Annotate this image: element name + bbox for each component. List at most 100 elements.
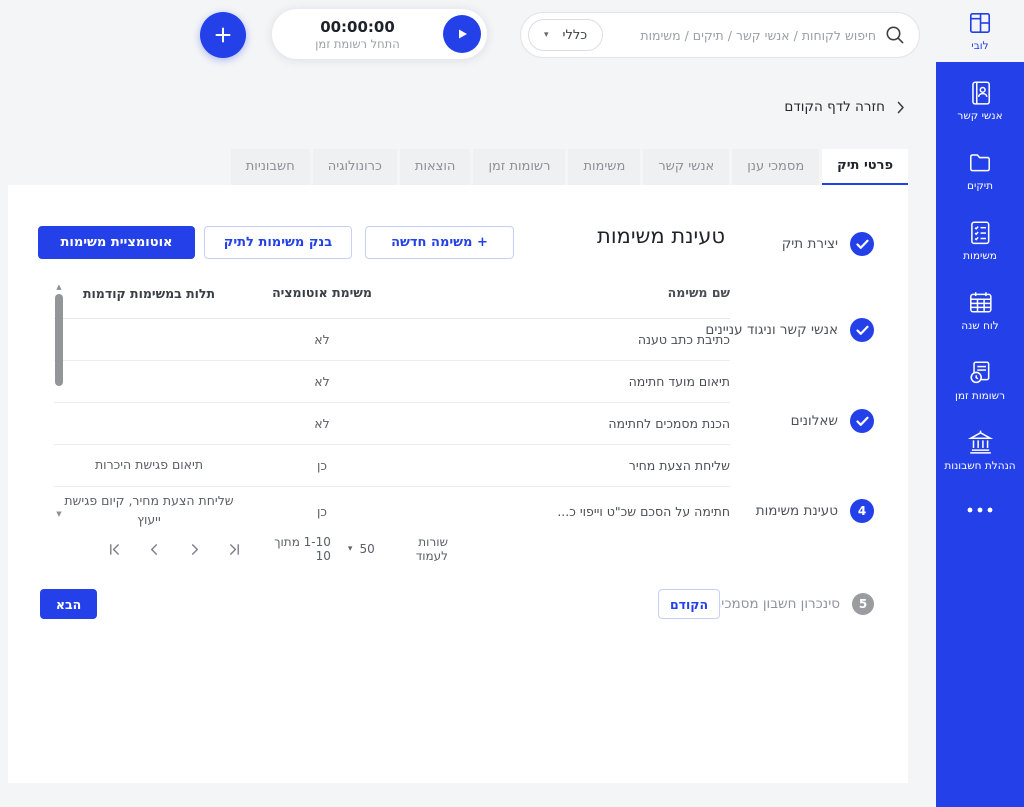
search-scope-value: כללי	[562, 27, 588, 43]
task-automation-button[interactable]: אוטומציית משימות	[38, 226, 195, 259]
step-load-tasks[interactable]: 4 טעינת משימות	[756, 499, 874, 523]
step-questionnaires[interactable]: שאלונים	[791, 409, 874, 433]
scroll-up-icon[interactable]: ▲	[53, 283, 65, 291]
new-task-button[interactable]: + משימה חדשה	[365, 226, 514, 259]
sidebar-item-label: הנהלת חשבונות	[944, 460, 1016, 472]
table-row[interactable]: חתימה על הסכם שכ"ט וייפוי כ... כן שליחת …	[54, 487, 730, 535]
back-link-label: חזרה לדף הקודם	[784, 99, 885, 115]
sidebar-item-tasks[interactable]: משימות	[936, 219, 1024, 262]
case-tabs: פרטי תיק מסמכי ענן אנשי קשר משימות רשומו…	[230, 149, 908, 185]
rows-per-page-dropdown[interactable]: 50 ▾	[348, 542, 375, 556]
table-row[interactable]: שליחת הצעת מחיר כן תיאום פגישת היכרות	[54, 445, 730, 487]
sidebar-item-calendar[interactable]: לוח שנה	[936, 289, 1024, 332]
first-page-icon[interactable]	[108, 543, 121, 556]
step-done-check-icon	[850, 318, 874, 342]
step-number-badge: 5	[852, 593, 874, 615]
timer-widget: 00:00:00 התחל רשומת זמן	[272, 9, 487, 59]
chevron-right-icon	[896, 101, 905, 114]
sidebar-item-cases[interactable]: תיקים	[936, 149, 1024, 192]
rows-per-page-label: שורות לעמוד	[415, 535, 448, 563]
table-row[interactable]: תיאום מועד חתימה לא	[54, 361, 730, 403]
step-sync-documents-account[interactable]: 5 סינכרון חשבון מסמכים	[712, 593, 874, 615]
sidebar-item-label: לוח שנה	[961, 320, 999, 332]
sidebar-item-accounting[interactable]: הנהלת חשבונות	[936, 429, 1024, 472]
step-label: יצירת תיק	[781, 236, 838, 252]
sidebar-nav: אנשי קשר תיקים משימות לוח שנה רשומות זמן…	[936, 62, 1024, 807]
timer-display: 00:00:00 התחל רשומת זמן	[278, 18, 443, 51]
search-scope-dropdown[interactable]: כללי ▾	[528, 19, 604, 51]
tab-chronology[interactable]: כרונולוגיה	[312, 149, 397, 185]
automation-cell: כן	[316, 503, 328, 519]
tab-tasks[interactable]: משימות	[568, 149, 641, 185]
sidebar-item-more[interactable]	[964, 505, 996, 515]
task-name-cell: תיאום מועד חתימה	[628, 374, 730, 389]
sidebar-item-contacts[interactable]: אנשי קשר	[936, 79, 1024, 122]
search-input[interactable]	[611, 27, 876, 43]
tab-contacts[interactable]: אנשי קשר	[643, 149, 730, 185]
task-bank-button[interactable]: בנק משימות לתיק	[204, 226, 352, 259]
timer-time: 00:00:00	[320, 17, 395, 36]
wizard-panel: יצירת תיק אנשי קשר וניגוד עניינים שאלוני…	[8, 185, 908, 783]
table-row[interactable]: כתיבת כתב טענה לא	[54, 319, 730, 361]
tab-time-records[interactable]: רשומות זמן	[473, 149, 566, 185]
automation-cell: כן	[316, 458, 328, 473]
quick-add-button[interactable]	[200, 12, 246, 58]
previous-page-icon[interactable]	[148, 543, 161, 556]
plus-icon	[213, 25, 233, 45]
tab-case-details[interactable]: פרטי תיק	[822, 149, 908, 185]
sidebar-item-time-records[interactable]: רשומות זמן	[936, 359, 1024, 402]
task-name-cell: חתימה על הסכם שכ"ט וייפוי כ...	[557, 503, 730, 519]
automation-cell: לא	[314, 374, 330, 389]
step-create-case[interactable]: יצירת תיק	[782, 232, 874, 256]
automation-cell: לא	[314, 332, 330, 347]
calendar-icon	[967, 289, 993, 315]
sidebar-item-label: לובי	[971, 40, 989, 52]
sidebar-item-label: משימות	[963, 250, 997, 262]
tab-expenses[interactable]: הוצאות	[399, 149, 471, 185]
step-number-badge: 4	[850, 499, 874, 523]
dependency-cell: תיאום פגישת היכרות	[94, 457, 204, 473]
global-search: כללי ▾	[520, 12, 920, 58]
task-name-cell: הכנת מסמכים לחתימה	[608, 416, 730, 431]
next-step-button[interactable]: הבא	[40, 589, 97, 619]
chevron-down-icon: ▾	[347, 544, 353, 554]
previous-step-button[interactable]: הקודם	[658, 589, 720, 619]
next-page-icon[interactable]	[188, 543, 201, 556]
step-done-check-icon	[850, 409, 874, 433]
page-title: טעינת משימות	[597, 224, 725, 248]
step-label: שאלונים	[790, 413, 838, 429]
scrollbar-thumb[interactable]	[55, 294, 63, 386]
sidebar-item-label: אנשי קשר	[957, 110, 1003, 122]
tasks-table: שם משימה משימת אוטומציה תלות במשימות קוד…	[54, 285, 730, 535]
column-header-dependency: תלות במשימות קודמות	[82, 286, 216, 301]
time-records-icon	[967, 359, 993, 385]
scroll-down-icon[interactable]: ▼	[53, 510, 65, 518]
table-pagination: שורות לעמוד 50 ▾ 1-10 מתוך 10	[108, 535, 448, 563]
tasks-table-header: שם משימה משימת אוטומציה תלות במשימות קוד…	[54, 285, 730, 319]
column-header-task-name: שם משימה	[667, 285, 730, 300]
table-scrollbar: ▲ ▼	[53, 283, 65, 518]
bank-icon	[967, 429, 993, 455]
sidebar: לובי אנשי קשר תיקים משימות לוח שנה רשומו…	[936, 0, 1024, 807]
tab-invoices[interactable]: חשבוניות	[230, 149, 310, 185]
step-contacts-conflict[interactable]: אנשי קשר וניגוד עניינים	[705, 318, 874, 342]
play-icon	[454, 26, 470, 42]
ellipsis-icon	[964, 505, 996, 515]
step-label: סינכרון חשבון מסמכים	[712, 596, 840, 612]
lobby-grid-icon	[967, 10, 993, 36]
start-timer-button[interactable]	[443, 15, 481, 53]
automation-cell: לא	[314, 416, 330, 431]
last-page-icon[interactable]	[228, 543, 241, 556]
task-name-cell: שליחת הצעת מחיר	[628, 458, 730, 473]
timer-label: התחל רשומת זמן	[315, 36, 400, 51]
sidebar-item-lobby[interactable]: לובי	[936, 0, 1024, 62]
back-link[interactable]: חזרה לדף הקודם	[784, 99, 905, 115]
column-header-automation: משימת אוטומציה	[272, 285, 372, 300]
table-row[interactable]: הכנת מסמכים לחתימה לא	[54, 403, 730, 445]
chevron-down-icon: ▾	[544, 30, 549, 40]
step-label: טעינת משימות	[755, 503, 838, 519]
step-done-check-icon	[850, 232, 874, 256]
dependency-cell: שליחת הצעת מחיר, קיום פגישת ייעוץ	[64, 493, 234, 527]
task-name-cell: כתיבת כתב טענה	[637, 332, 730, 347]
tab-cloud-documents[interactable]: מסמכי ענן	[732, 149, 820, 185]
